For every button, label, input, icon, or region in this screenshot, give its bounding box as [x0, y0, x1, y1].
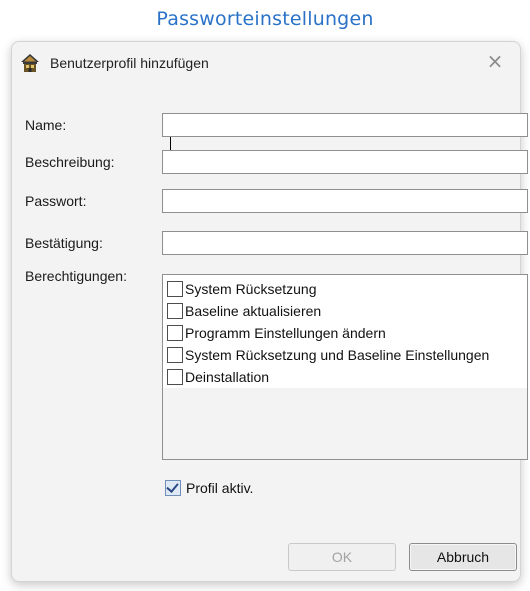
permissions-label: Berechtigungen: — [25, 268, 127, 284]
permission-item-program-settings[interactable]: Programm Einstellungen ändern — [167, 322, 386, 344]
checkmark-icon — [166, 480, 179, 493]
close-icon: × — [486, 49, 504, 73]
permission-label: Deinstallation — [185, 369, 270, 385]
permissions-list[interactable]: System Rücksetzung Baseline aktualisiere… — [162, 274, 528, 460]
profile-active-row[interactable]: Profil aktiv. — [165, 480, 253, 496]
permission-item-uninstall[interactable]: Deinstallation — [167, 366, 269, 388]
permission-label: Programm Einstellungen ändern — [185, 325, 386, 341]
add-user-profile-dialog: Benutzerprofil hinzufügen × Name: Beschr… — [11, 41, 528, 582]
permission-checkbox[interactable] — [167, 347, 183, 363]
confirm-password-input[interactable] — [162, 231, 528, 255]
profile-active-label: Profil aktiv. — [186, 480, 254, 496]
permission-item-system-reset[interactable]: System Rücksetzung — [167, 278, 317, 300]
permission-checkbox[interactable] — [167, 303, 183, 319]
permission-label: Baseline aktualisieren — [185, 303, 322, 319]
page-heading: Passworteinstellungen — [156, 8, 374, 30]
name-label: Name: — [25, 117, 67, 133]
home-icon — [21, 54, 39, 72]
password-label: Passwort: — [25, 193, 87, 209]
password-input[interactable] — [162, 189, 528, 213]
dialog-title: Benutzerprofil hinzufügen — [50, 55, 209, 71]
permission-label: System Rücksetzung und Baseline Einstell… — [185, 347, 490, 363]
profile-active-checkbox[interactable] — [165, 480, 181, 496]
permission-checkbox[interactable] — [167, 281, 183, 297]
confirm-label: Bestätigung: — [25, 235, 103, 251]
close-button[interactable]: × — [476, 44, 514, 78]
description-input[interactable] — [162, 150, 528, 174]
dialog-titlebar[interactable]: Benutzerprofil hinzufügen × — [12, 42, 520, 86]
permission-checkbox[interactable] — [167, 369, 183, 385]
permission-label: System Rücksetzung — [185, 281, 317, 297]
description-label: Beschreibung: — [25, 154, 115, 170]
name-input[interactable] — [162, 113, 528, 137]
permission-checkbox[interactable] — [167, 325, 183, 341]
cancel-button[interactable]: Abbruch — [409, 543, 517, 571]
permission-item-reset-and-baseline[interactable]: System Rücksetzung und Baseline Einstell… — [167, 344, 489, 366]
list-empty-area — [163, 388, 527, 459]
ok-button[interactable]: OK — [288, 543, 396, 571]
permission-item-baseline-update[interactable]: Baseline aktualisieren — [167, 300, 321, 322]
